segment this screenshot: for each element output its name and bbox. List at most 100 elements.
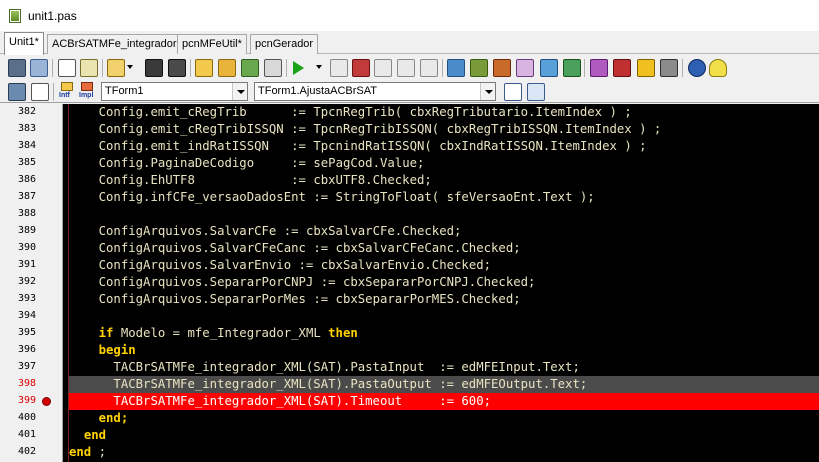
toolbar-separator <box>682 59 683 77</box>
line-number-gutter[interactable]: 382 383 384 385 386 387 388 389 390 391 392 393 394 3… <box>0 104 63 462</box>
toolbar-separator <box>190 59 191 77</box>
messages-icon[interactable] <box>516 59 534 77</box>
method-combo[interactable]: TForm1.AjustaACBrSAT <box>254 82 496 101</box>
code-line[interactable]: if Modelo = mfe_Integrador_XML then <box>69 325 819 342</box>
code-line-error-highlight[interactable]: TACBrSATMFe_integrador_XML(SAT).Timeout … <box>69 393 819 410</box>
code-line[interactable]: ConfigArquivos.SalvarEnvio := cbxSalvarE… <box>69 257 819 274</box>
save-all-icon[interactable] <box>168 59 186 77</box>
breakpoint-icon[interactable] <box>42 397 51 406</box>
code-line[interactable]: ConfigArquivos.SalvarCFe := cbxSalvarCFe… <box>69 223 819 240</box>
code-line[interactable]: end <box>69 427 819 444</box>
interface-label: Intf <box>59 92 70 99</box>
implementation-label: Impl <box>79 92 94 99</box>
new-unit-icon[interactable] <box>58 59 76 77</box>
line-number: 400 <box>17 412 36 423</box>
line-number: 396 <box>17 344 36 355</box>
toolbar-separator <box>52 59 53 77</box>
line-number: 387 <box>17 191 36 202</box>
code-line[interactable]: end ; <box>69 444 819 461</box>
step-out-icon[interactable] <box>420 59 438 77</box>
tab-pcngerador[interactable]: pcnGerador <box>250 34 319 54</box>
code-line[interactable]: Config.EhUTF8 := cbxUTF8.Checked; <box>69 172 819 189</box>
interface-icon <box>61 82 73 91</box>
implementation-icon <box>81 82 93 91</box>
view-forms-icon[interactable] <box>30 59 48 77</box>
tab-pcnmfeutil[interactable]: pcnMFeUtil* <box>177 34 247 54</box>
code-editor[interactable]: 382 383 384 385 386 387 388 389 390 391 392 393 394 3… <box>0 104 819 462</box>
code-line[interactable]: ConfigArquivos.SepararPorMes := cbxSepar… <box>69 291 819 308</box>
remove-from-project-icon[interactable] <box>218 59 236 77</box>
inspector-icon[interactable] <box>470 59 488 77</box>
list-view-icon[interactable] <box>504 83 522 101</box>
settings-icon[interactable] <box>660 59 678 77</box>
code-line[interactable]: ConfigArquivos.SalvarCFeCanc := cbxSalva… <box>69 240 819 257</box>
line-number: 388 <box>17 208 36 219</box>
code-line[interactable]: begin <box>69 342 819 359</box>
toolbar-separator <box>286 59 287 77</box>
code-line[interactable]: Config.infCFe_versaoDadosEnt := StringTo… <box>69 189 819 206</box>
sorted-view-icon[interactable] <box>527 83 545 101</box>
notes-icon[interactable] <box>637 59 655 77</box>
books-icon[interactable] <box>613 59 631 77</box>
code-line[interactable]: Config.PaginaDeCodigo := sePagCod.Value; <box>69 155 819 172</box>
save-icon[interactable] <box>145 59 163 77</box>
pause-icon[interactable] <box>330 59 348 77</box>
line-number: 384 <box>17 140 36 151</box>
main-toolbar <box>0 55 819 81</box>
jump-forward-icon[interactable] <box>31 83 49 101</box>
check-icon[interactable] <box>241 59 259 77</box>
package-icon[interactable] <box>563 59 581 77</box>
chevron-down-icon[interactable] <box>480 83 495 100</box>
code-line[interactable]: ConfigArquivos.SepararPorCNPJ := cbxSepa… <box>69 274 819 291</box>
help-icon[interactable] <box>688 59 706 77</box>
code-line[interactable]: Config.emit_cRegTrib := TpcnRegTrib( cbx… <box>69 104 819 121</box>
code-explorer-icon[interactable] <box>540 59 558 77</box>
source-file-icon <box>9 9 21 23</box>
step-over-icon[interactable] <box>374 59 392 77</box>
line-number: 385 <box>17 157 36 168</box>
editor-icon[interactable] <box>493 59 511 77</box>
code-line[interactable]: Config.emit_cRegTribISSQN := TpcnRegTrib… <box>69 121 819 138</box>
tab-acbrsatmfe-integrador[interactable]: ACBrSATMFe_integrador <box>47 34 182 54</box>
toggle-form-unit-icon[interactable] <box>8 59 26 77</box>
toolbar-separator <box>442 59 443 77</box>
step-into-icon[interactable] <box>397 59 415 77</box>
code-line[interactable]: end; <box>69 410 819 427</box>
method-combo-value: TForm1.AjustaACBrSAT <box>258 85 377 97</box>
line-number: 395 <box>17 327 36 338</box>
title-bar: unit1.pas <box>0 0 819 31</box>
components-icon[interactable] <box>447 59 465 77</box>
line-number: 399 <box>17 395 36 406</box>
open-icon[interactable] <box>107 59 125 77</box>
class-combo[interactable]: TForm1 <box>101 82 248 101</box>
new-form-icon[interactable] <box>80 59 98 77</box>
code-line[interactable] <box>69 206 819 223</box>
line-number: 401 <box>17 429 36 440</box>
line-number: 394 <box>17 310 36 321</box>
implementation-button[interactable]: Impl <box>79 82 96 102</box>
open-dropdown-icon[interactable] <box>127 65 133 69</box>
run-icon[interactable] <box>293 61 304 75</box>
run-dropdown-icon[interactable] <box>316 65 322 69</box>
line-number: 386 <box>17 174 36 185</box>
line-number: 392 <box>17 276 36 287</box>
toolbar-separator <box>102 59 103 77</box>
code-line[interactable]: Config.emit_indRatISSQN := TpcnindRatISS… <box>69 138 819 155</box>
line-number: 402 <box>17 446 36 457</box>
line-number: 390 <box>17 242 36 253</box>
build-icon[interactable] <box>264 59 282 77</box>
palette-icon[interactable] <box>590 59 608 77</box>
interface-button[interactable]: Intf <box>59 82 76 102</box>
line-number: 391 <box>17 259 36 270</box>
jump-back-icon[interactable] <box>8 83 26 101</box>
code-line[interactable]: TACBrSATMFe_integrador_XML(SAT).PastaInp… <box>69 359 819 376</box>
line-number: 393 <box>17 293 36 304</box>
tab-unit1[interactable]: Unit1* <box>4 32 44 55</box>
chevron-down-icon[interactable] <box>232 83 247 100</box>
add-to-project-icon[interactable] <box>195 59 213 77</box>
code-line-execution-point[interactable]: TACBrSATMFe_integrador_XML(SAT).PastaOut… <box>69 376 819 393</box>
stop-icon[interactable] <box>352 59 370 77</box>
line-number: 389 <box>17 225 36 236</box>
code-line[interactable] <box>69 308 819 325</box>
tip-icon[interactable] <box>709 59 727 77</box>
